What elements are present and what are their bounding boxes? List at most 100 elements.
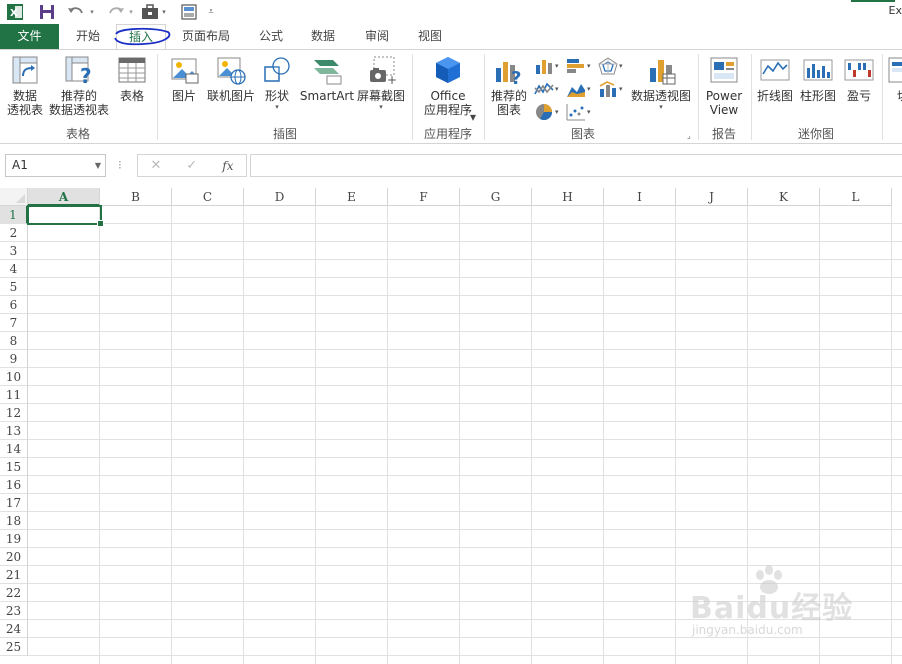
- table-button[interactable]: 表格: [113, 54, 151, 103]
- row-header-21[interactable]: 21: [0, 566, 28, 584]
- column-header-b[interactable]: B: [100, 188, 172, 206]
- row-header-2[interactable]: 2: [0, 224, 28, 242]
- column-sparkline-button[interactable]: 柱形图: [798, 54, 838, 103]
- column-header-f[interactable]: F: [388, 188, 460, 206]
- line-sparkline-button[interactable]: 折线图: [755, 54, 795, 103]
- active-cell-a1[interactable]: [27, 205, 104, 227]
- redo-icon[interactable]: [106, 3, 126, 21]
- form-icon[interactable]: [180, 3, 198, 21]
- row-header-7[interactable]: 7: [0, 314, 28, 332]
- combo-chart-icon: [599, 81, 616, 97]
- pivot-chart-icon: [650, 60, 676, 85]
- cell-area[interactable]: [28, 206, 902, 664]
- worksheet-grid: ABCDEFGHIJKL 1 2 3 4 5 6 7 8 9 10 11 12 13 14 15 16 17 18…: [0, 188, 902, 664]
- column-header-g[interactable]: G: [460, 188, 532, 206]
- customize-qat-icon[interactable]: ⩡: [206, 3, 216, 21]
- shapes-button[interactable]: 形状 ▾: [259, 54, 295, 111]
- row-header-5[interactable]: 5: [0, 278, 28, 296]
- combo-chart-button[interactable]: ▾: [598, 79, 626, 99]
- slicer-button[interactable]: 切: [887, 54, 902, 103]
- formula-bar-resize-handle[interactable]: ⁝: [118, 158, 122, 172]
- row-header-22[interactable]: 22: [0, 584, 28, 602]
- row-header-18[interactable]: 18: [0, 512, 28, 530]
- row-header-24[interactable]: 24: [0, 620, 28, 638]
- select-all-button[interactable]: [0, 188, 28, 206]
- row-header-4[interactable]: 4: [0, 260, 28, 278]
- row-header-14[interactable]: 14: [0, 440, 28, 458]
- row-header-19[interactable]: 19: [0, 530, 28, 548]
- row-header-12[interactable]: 12: [0, 404, 28, 422]
- power-view-button[interactable]: Power View: [702, 54, 746, 117]
- pie-chart-button[interactable]: ▾: [534, 102, 562, 122]
- table-icon: [118, 57, 146, 83]
- row-header-3[interactable]: 3: [0, 242, 28, 260]
- row-header-6[interactable]: 6: [0, 296, 28, 314]
- office-store-icon: [436, 57, 460, 83]
- online-pictures-button[interactable]: 联机图片: [205, 54, 257, 103]
- excel-logo-icon[interactable]: X: [6, 3, 24, 21]
- smartart-label: SmartArt: [299, 89, 355, 103]
- row-header-11[interactable]: 11: [0, 386, 28, 404]
- screenshot-button[interactable]: + 屏幕截图 ▾: [356, 54, 406, 111]
- confirm-entry-icon[interactable]: ✓: [186, 158, 197, 173]
- bar-chart-button[interactable]: ▾: [566, 56, 594, 76]
- column-header-e[interactable]: E: [316, 188, 388, 206]
- tab-review[interactable]: 审阅: [352, 24, 402, 49]
- winloss-sparkline-label: 盈亏: [846, 89, 871, 103]
- cancel-entry-icon[interactable]: ✕: [150, 158, 161, 173]
- tab-view[interactable]: 视图: [405, 24, 455, 49]
- row-header-20[interactable]: 20: [0, 548, 28, 566]
- picture-icon: [171, 58, 199, 84]
- column-chart-button[interactable]: ▾: [534, 56, 562, 76]
- column-header-i[interactable]: I: [604, 188, 676, 206]
- column-header-l[interactable]: L: [820, 188, 892, 206]
- column-header-c[interactable]: C: [172, 188, 244, 206]
- tab-insert[interactable]: 插入: [116, 24, 166, 49]
- undo-dropdown-icon[interactable]: ▾: [88, 3, 96, 21]
- smartart-button[interactable]: SmartArt: [300, 54, 354, 103]
- office-apps-dropdown-icon[interactable]: ▾: [470, 110, 476, 124]
- row-header-23[interactable]: 23: [0, 602, 28, 620]
- name-box[interactable]: A1 ▼: [5, 154, 106, 177]
- recommended-pivot-button[interactable]: ? 推荐的 数据透视表: [48, 54, 110, 117]
- line-chart-button[interactable]: ▾: [534, 79, 562, 99]
- tab-page-layout[interactable]: 页面布局: [170, 24, 242, 49]
- row-header-8[interactable]: 8: [0, 332, 28, 350]
- insert-function-icon[interactable]: fx: [222, 159, 233, 173]
- scatter-chart-button[interactable]: ▾: [566, 102, 594, 122]
- pivot-table-button[interactable]: 数据 透视表: [4, 54, 46, 117]
- area-chart-button[interactable]: ▾: [566, 79, 594, 99]
- row-header-17[interactable]: 17: [0, 494, 28, 512]
- tab-data[interactable]: 数据: [298, 24, 348, 49]
- row-header-15[interactable]: 15: [0, 458, 28, 476]
- winloss-sparkline-button[interactable]: 盈亏: [841, 54, 877, 103]
- row-header-25[interactable]: 25: [0, 638, 28, 656]
- row-header-9[interactable]: 9: [0, 350, 28, 368]
- radar-chart-button[interactable]: ▾: [598, 56, 626, 76]
- tab-file[interactable]: 文件: [0, 24, 59, 49]
- column-header-d[interactable]: D: [244, 188, 316, 206]
- formula-input[interactable]: [250, 154, 902, 177]
- column-header-h[interactable]: H: [532, 188, 604, 206]
- office-apps-button[interactable]: Office 应用程序: [417, 54, 479, 117]
- pictures-button[interactable]: 图片: [164, 54, 204, 103]
- tab-home[interactable]: 开始: [62, 24, 114, 49]
- redo-dropdown-icon[interactable]: ▾: [127, 3, 135, 21]
- briefcase-icon[interactable]: [140, 3, 160, 21]
- office-apps-label: Office 应用程序: [423, 89, 472, 117]
- column-header-j[interactable]: J: [676, 188, 748, 206]
- row-header-1[interactable]: 1: [0, 206, 28, 224]
- row-header-13[interactable]: 13: [0, 422, 28, 440]
- column-header-k[interactable]: K: [748, 188, 820, 206]
- charts-dialog-launcher-icon[interactable]: ⌟: [687, 131, 691, 140]
- recommended-charts-button[interactable]: ? 推荐的 图表: [488, 54, 530, 117]
- save-icon[interactable]: [38, 3, 56, 21]
- briefcase-dropdown-icon[interactable]: ▾: [160, 3, 168, 21]
- column-header-a[interactable]: A: [28, 188, 100, 206]
- pivot-chart-button[interactable]: 数据透视图 ▾: [630, 54, 692, 111]
- row-header-10[interactable]: 10: [0, 368, 28, 386]
- tab-formulas[interactable]: 公式: [246, 24, 296, 49]
- row-header-16[interactable]: 16: [0, 476, 28, 494]
- name-box-dropdown-icon[interactable]: ▼: [95, 155, 101, 176]
- undo-icon[interactable]: [66, 3, 86, 21]
